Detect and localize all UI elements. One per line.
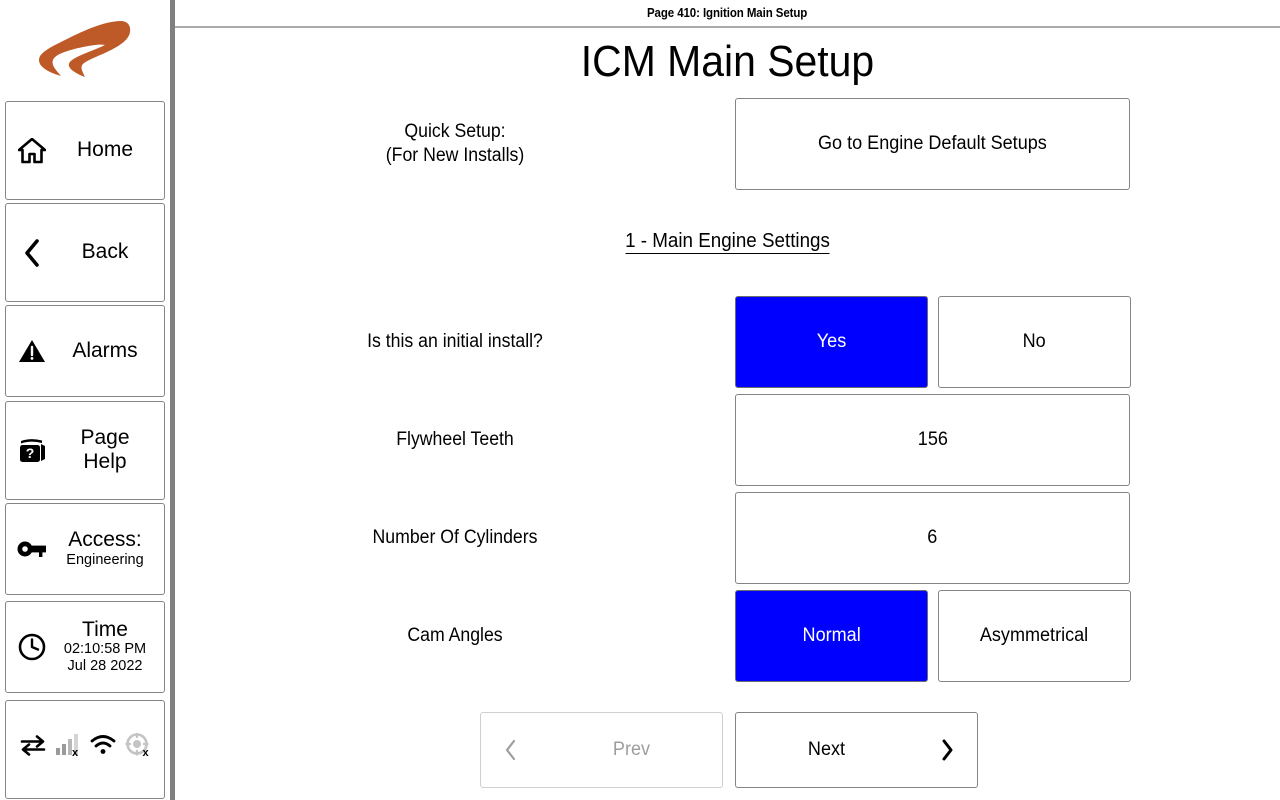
page-help-line1: Page [80, 426, 130, 450]
svg-text:x: x [71, 747, 78, 757]
home-icon [12, 137, 52, 164]
date-value: Jul 28 2022 [67, 658, 143, 675]
time-value: 02:10:58 PM [63, 641, 147, 658]
quick-setup-label-line1: Quick Setup: [404, 121, 506, 142]
pagination-nav: Prev Next [175, 712, 1280, 788]
next-button[interactable]: Next [735, 712, 978, 788]
svg-text:x: x [142, 747, 149, 757]
sidebar-item-label-time: Time 02:10:58 PM Jul 28 2022 [52, 617, 158, 676]
access-title: Access: [68, 528, 142, 552]
cam-angles-asymmetrical-button[interactable]: Asymmetrical [938, 590, 1131, 682]
swoosh-logo-icon [39, 21, 131, 77]
sidebar-item-alarms[interactable]: Alarms [5, 305, 165, 397]
go-to-engine-default-setups-button[interactable]: Go to Engine Default Setups [735, 98, 1130, 190]
chevron-right-icon [917, 739, 977, 761]
page-breadcrumb-bar: Page 410: Ignition Main Setup [175, 0, 1280, 28]
chevron-left-icon [481, 739, 541, 761]
number-of-cylinders-label: Number Of Cylinders [372, 527, 538, 548]
prev-button-label: Prev [612, 739, 651, 760]
sidebar-item-label-home: Home [76, 138, 134, 162]
cam-angles-label: Cam Angles [407, 625, 503, 646]
initial-install-label: Is this an initial install? [367, 331, 543, 352]
flywheel-teeth-field[interactable]: 156 [735, 394, 1130, 486]
page-help-icon: ? [12, 437, 52, 465]
app-root: Home Back Alarms ? Page Help Access: Eng… [0, 0, 1280, 800]
initial-install-yes-label: Yes [816, 331, 847, 352]
time-title: Time [82, 617, 128, 641]
main-content: Page 410: Ignition Main Setup ICM Main S… [175, 0, 1280, 800]
initial-install-no-label: No [1022, 331, 1047, 352]
sidebar-status-bar[interactable]: x x [5, 700, 165, 799]
quick-setup-label: Quick Setup: (For New Installs) [195, 120, 716, 168]
sidebar-item-label-access: Access: Engineering [52, 528, 158, 568]
warning-triangle-icon [12, 338, 52, 364]
sidebar-item-label-back: Back [81, 240, 129, 264]
access-level: Engineering [66, 552, 144, 568]
page-title: ICM Main Setup [580, 37, 875, 86]
sidebar-item-label-alarms: Alarms [72, 338, 138, 362]
initial-install-no-button[interactable]: No [938, 296, 1131, 388]
chevron-left-icon [12, 238, 52, 268]
flywheel-teeth-label: Flywheel Teeth [396, 429, 514, 450]
page-help-line2: Help [83, 449, 127, 473]
cell-signal-off-icon: x [55, 733, 81, 762]
sidebar: Home Back Alarms ? Page Help Access: Eng… [0, 0, 170, 800]
gps-off-icon: x [124, 732, 151, 762]
number-of-cylinders-value: 6 [927, 527, 938, 548]
quick-setup-label-line2: (For New Installs) [385, 144, 525, 166]
flywheel-teeth-value: 156 [917, 429, 948, 450]
page-breadcrumb: Page 410: Ignition Main Setup [647, 6, 808, 20]
cam-angles-normal-label: Normal [802, 625, 861, 646]
wifi-icon [90, 734, 116, 761]
sidebar-item-back[interactable]: Back [5, 203, 165, 302]
flywheel-teeth-row: Flywheel Teeth 156 [175, 394, 1280, 486]
initial-install-yes-button[interactable]: Yes [735, 296, 928, 388]
initial-install-row: Is this an initial install? Yes No [175, 296, 1280, 388]
data-transfer-icon [20, 734, 46, 761]
cam-angles-normal-button[interactable]: Normal [735, 590, 928, 682]
status-icon-group: x x [20, 732, 151, 762]
sidebar-item-time[interactable]: Time 02:10:58 PM Jul 28 2022 [5, 601, 165, 693]
prev-button[interactable]: Prev [480, 712, 723, 788]
number-of-cylinders-field[interactable]: 6 [735, 492, 1130, 584]
sidebar-item-home[interactable]: Home [5, 101, 165, 200]
section-heading: 1 - Main Engine Settings [208, 230, 1247, 254]
next-button-label: Next [807, 739, 846, 760]
number-of-cylinders-row: Number Of Cylinders 6 [175, 492, 1280, 584]
svg-text:?: ? [26, 445, 35, 461]
sidebar-item-page-help[interactable]: ? Page Help [5, 401, 165, 500]
key-icon [12, 539, 52, 559]
quick-setup-button-label: Go to Engine Default Setups [818, 133, 1047, 154]
brand-logo [0, 0, 170, 98]
cam-angles-row: Cam Angles Normal Asymmetrical [175, 590, 1280, 682]
cam-angles-asymmetrical-label: Asymmetrical [980, 625, 1089, 646]
sidebar-item-label-page-help: Page Help [52, 426, 158, 474]
sidebar-item-access[interactable]: Access: Engineering [5, 503, 165, 595]
section-heading-text: 1 - Main Engine Settings [625, 230, 830, 254]
quick-setup-row: Quick Setup: (For New Installs) Go to En… [175, 98, 1280, 190]
clock-icon [12, 633, 52, 661]
